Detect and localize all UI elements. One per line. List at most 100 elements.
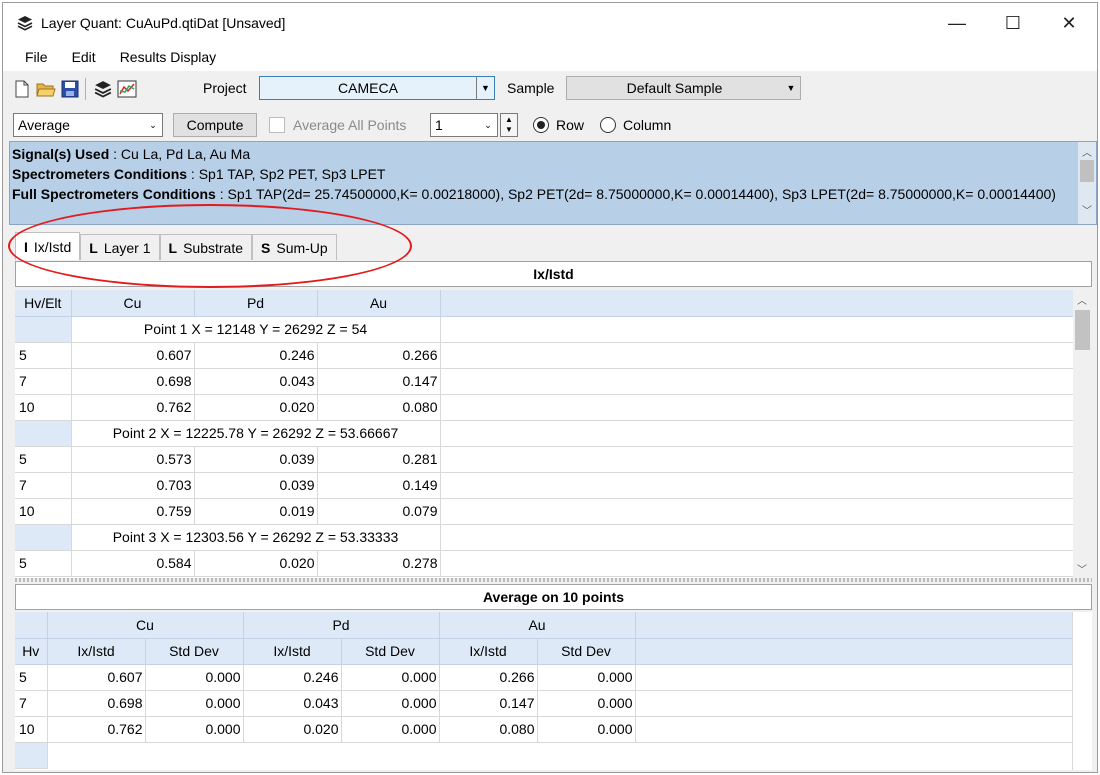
sample-select[interactable]: Default Sample ▼ <box>566 76 801 100</box>
value-cell[interactable]: 0.020 <box>243 716 342 743</box>
value-cell[interactable]: 0.000 <box>145 664 244 691</box>
value-cell[interactable]: 0.246 <box>243 664 342 691</box>
scroll-down-icon[interactable]: ﹀ <box>1078 202 1096 222</box>
project-select[interactable]: CAMECA ▼ <box>259 76 495 100</box>
table-row[interactable]: 5 0.607 0.000 0.246 0.000 0.266 0.000 <box>15 664 1072 691</box>
sub-header[interactable]: Std Dev <box>341 638 440 665</box>
chevron-down-icon[interactable]: ▼ <box>782 77 800 99</box>
value-cell[interactable]: 0.281 <box>317 446 441 473</box>
scroll-thumb[interactable] <box>1075 310 1090 350</box>
value-cell[interactable]: 0.043 <box>243 690 342 717</box>
value-cell[interactable]: 0.607 <box>71 342 195 369</box>
scroll-down-icon[interactable]: ﹀ <box>1073 561 1091 576</box>
tab-ix-istd[interactable]: I Ix/Istd <box>15 232 81 260</box>
value-cell[interactable]: 0.607 <box>47 664 146 691</box>
new-file-icon[interactable] <box>11 78 33 100</box>
table-row[interactable]: 7 0.698 0.000 0.043 0.000 0.147 0.000 <box>15 690 1072 717</box>
layers-icon[interactable] <box>92 78 114 100</box>
open-folder-icon[interactable] <box>35 78 57 100</box>
value-cell[interactable]: 0.000 <box>341 690 440 717</box>
tab-sum-up[interactable]: S Sum-Up <box>252 234 337 260</box>
value-cell[interactable]: 0.266 <box>317 342 441 369</box>
sub-header[interactable]: Ix/Istd <box>439 638 538 665</box>
value-cell[interactable]: 0.762 <box>71 394 195 421</box>
value-cell[interactable]: 0.762 <box>47 716 146 743</box>
row-filler <box>440 498 1073 525</box>
sub-header[interactable]: Ix/Istd <box>47 638 146 665</box>
tab-substrate[interactable]: L Substrate <box>159 234 253 260</box>
average-all-points-checkbox[interactable] <box>269 117 285 133</box>
value-cell[interactable]: 0.147 <box>317 368 441 395</box>
tab-layer-1[interactable]: L Layer 1 <box>80 234 160 260</box>
column-header[interactable]: Cu <box>47 612 244 639</box>
table-row[interactable]: 7 0.703 0.039 0.149 <box>15 472 1073 499</box>
value-cell[interactable]: 0.000 <box>145 716 244 743</box>
mode-select[interactable]: Average ⌄ <box>13 113 163 137</box>
save-icon[interactable] <box>59 78 81 100</box>
value-cell[interactable]: 0.020 <box>194 550 318 577</box>
table-row[interactable]: 7 0.698 0.043 0.147 <box>15 368 1073 395</box>
layers-icon <box>17 16 33 31</box>
maximize-button[interactable]: ☐ <box>985 3 1041 43</box>
value-cell[interactable]: 0.698 <box>47 690 146 717</box>
sub-header[interactable]: Ix/Istd <box>243 638 342 665</box>
value-cell[interactable]: 0.000 <box>537 664 636 691</box>
menu-results-display[interactable]: Results Display <box>108 49 228 65</box>
minimize-button[interactable]: — <box>929 3 985 43</box>
table-row[interactable]: 10 0.762 0.000 0.020 0.000 0.080 0.000 <box>15 716 1072 743</box>
value-cell[interactable]: 0.020 <box>194 394 318 421</box>
value-cell[interactable]: 0.759 <box>71 498 195 525</box>
column-header[interactable]: Pd <box>243 612 440 639</box>
conditions-scrollbar[interactable]: ︿ ﹀ <box>1078 142 1096 224</box>
value-cell[interactable]: 0.584 <box>71 550 195 577</box>
value-cell[interactable]: 0.000 <box>537 690 636 717</box>
table-row[interactable]: 10 0.759 0.019 0.079 <box>15 498 1073 525</box>
count-select[interactable]: 1 ⌄ <box>430 113 498 137</box>
column-header[interactable]: Cu <box>71 290 195 317</box>
menu-edit[interactable]: Edit <box>60 49 108 65</box>
value-cell[interactable]: 0.266 <box>439 664 538 691</box>
value-cell[interactable]: 0.698 <box>71 368 195 395</box>
value-cell[interactable]: 0.000 <box>341 664 440 691</box>
scroll-up-icon[interactable]: ︿ <box>1073 292 1091 307</box>
value-cell[interactable]: 0.079 <box>317 498 441 525</box>
table-row[interactable]: 10 0.762 0.020 0.080 <box>15 394 1073 421</box>
value-cell[interactable]: 0.147 <box>439 690 538 717</box>
close-button[interactable]: ✕ <box>1041 3 1097 43</box>
table-row[interactable]: 5 0.607 0.246 0.266 <box>15 342 1073 369</box>
chart-icon[interactable] <box>116 78 138 100</box>
chevron-down-icon[interactable]: ▼ <box>476 77 494 99</box>
value-cell[interactable]: 0.080 <box>439 716 538 743</box>
value-cell[interactable]: 0.039 <box>194 472 318 499</box>
menu-file[interactable]: File <box>3 49 60 65</box>
sub-header[interactable]: Std Dev <box>537 638 636 665</box>
panel-splitter[interactable] <box>15 578 1092 582</box>
table-row[interactable]: 5 0.584 0.020 0.278 <box>15 550 1073 577</box>
chevron-down-icon[interactable]: ⌄ <box>479 114 497 136</box>
value-cell[interactable]: 0.149 <box>317 472 441 499</box>
sub-header[interactable]: Std Dev <box>145 638 244 665</box>
chevron-down-icon[interactable]: ⌄ <box>144 114 162 136</box>
table-row[interactable]: 5 0.573 0.039 0.281 <box>15 446 1073 473</box>
scroll-thumb[interactable] <box>1080 160 1094 182</box>
top-grid-scrollbar[interactable]: ︿ ﹀ <box>1073 290 1092 578</box>
value-cell[interactable]: 0.278 <box>317 550 441 577</box>
value-cell[interactable]: 0.000 <box>341 716 440 743</box>
row-radio[interactable] <box>533 117 549 133</box>
value-cell[interactable]: 0.043 <box>194 368 318 395</box>
column-header[interactable]: Au <box>317 290 441 317</box>
value-cell[interactable]: 0.000 <box>145 690 244 717</box>
spectrometers-value: : Sp1 TAP, Sp2 PET, Sp3 LPET <box>187 166 386 182</box>
column-header[interactable]: Au <box>439 612 636 639</box>
value-cell[interactable]: 0.080 <box>317 394 441 421</box>
compute-button[interactable]: Compute <box>173 113 257 137</box>
value-cell[interactable]: 0.039 <box>194 446 318 473</box>
value-cell[interactable]: 0.246 <box>194 342 318 369</box>
column-header[interactable]: Pd <box>194 290 318 317</box>
value-cell[interactable]: 0.703 <box>71 472 195 499</box>
column-radio[interactable] <box>600 117 616 133</box>
value-cell[interactable]: 0.019 <box>194 498 318 525</box>
count-spinner[interactable]: ▲ ▼ <box>500 113 518 137</box>
value-cell[interactable]: 0.573 <box>71 446 195 473</box>
value-cell[interactable]: 0.000 <box>537 716 636 743</box>
